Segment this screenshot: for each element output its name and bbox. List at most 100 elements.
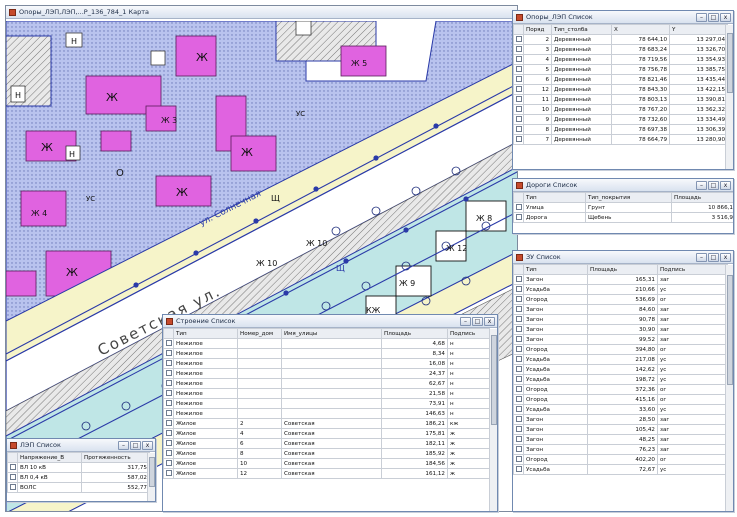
table-row[interactable]: Огород 402,20 ог: [513, 454, 728, 465]
row-checkbox[interactable]: [515, 306, 522, 312]
table-cell[interactable]: Загон: [523, 274, 588, 285]
row-checkbox[interactable]: [515, 336, 522, 342]
map-window-titlebar[interactable]: Опоры_ЛЭП,ЛЭП,...Р_136_784_1 Карта: [6, 6, 517, 19]
table-row[interactable]: Усадьба 142,62 ус: [513, 364, 728, 375]
row-select-cell[interactable]: [513, 134, 524, 145]
table-cell[interactable]: Огород: [523, 394, 588, 405]
column-header[interactable]: Подпись: [447, 328, 490, 339]
table-cell[interactable]: Загон: [523, 304, 588, 315]
row-checkbox[interactable]: [165, 430, 172, 436]
maximize-button[interactable]: □: [472, 317, 483, 326]
table-cell[interactable]: 78 767,20: [611, 104, 670, 115]
table-row[interactable]: ВОЛС 552,77: [7, 482, 150, 493]
column-header[interactable]: Напряжение_В: [17, 452, 82, 463]
row-select-cell[interactable]: [513, 64, 524, 75]
column-header[interactable]: Подпись: [657, 264, 728, 275]
minimize-button[interactable]: –: [460, 317, 471, 326]
table-cell[interactable]: Усадьба: [523, 364, 588, 375]
table-cell[interactable]: Усадьба: [523, 404, 588, 415]
row-select-cell[interactable]: [513, 344, 524, 355]
scrollbar-thumb[interactable]: [149, 457, 155, 487]
row-select-cell[interactable]: [7, 482, 18, 493]
row-select-cell[interactable]: [513, 394, 524, 405]
table-row[interactable]: Дорога Щебень 3 516,9: [513, 212, 733, 223]
table-cell[interactable]: Загон: [523, 414, 588, 425]
table-cell[interactable]: 142,62: [587, 364, 658, 375]
table-cell[interactable]: 13 297,04: [669, 34, 728, 45]
table-cell[interactable]: Грунт: [585, 202, 672, 213]
table-cell[interactable]: ус: [657, 284, 728, 295]
row-select-cell[interactable]: [513, 324, 524, 335]
row-checkbox[interactable]: [515, 96, 522, 102]
table-cell[interactable]: 210,66: [587, 284, 658, 295]
table-row[interactable]: Жилое 10 Советская 184,56 ж: [163, 458, 490, 469]
table-row[interactable]: ВЛ 0,4 кВ 587,02: [7, 472, 150, 483]
table-cell[interactable]: Советская: [281, 448, 382, 459]
row-checkbox[interactable]: [515, 46, 522, 52]
table-cell[interactable]: 7: [523, 134, 552, 145]
table-cell[interactable]: 4: [237, 428, 282, 439]
row-checkbox[interactable]: [515, 276, 522, 282]
row-checkbox[interactable]: [515, 56, 522, 62]
lep-list-window[interactable]: ЛЭП Список – □ x Напряжение_В Протяженно…: [6, 438, 156, 502]
minimize-button[interactable]: –: [696, 13, 707, 22]
row-checkbox[interactable]: [515, 296, 522, 302]
table-cell[interactable]: н: [447, 348, 490, 359]
table-cell[interactable]: 78 644,10: [611, 34, 670, 45]
table-cell[interactable]: Советская: [281, 428, 382, 439]
table-cell[interactable]: 13 334,49: [669, 114, 728, 125]
table-cell[interactable]: ус: [657, 354, 728, 365]
table-cell[interactable]: заг: [657, 324, 728, 335]
table-cell[interactable]: 8: [237, 448, 282, 459]
column-header[interactable]: Y: [669, 24, 728, 35]
row-select-cell[interactable]: [513, 454, 524, 465]
row-select-cell[interactable]: [513, 104, 524, 115]
table-row[interactable]: Нежилое 62,67 н: [163, 378, 490, 389]
table-cell[interactable]: ж: [447, 448, 490, 459]
buildings-list-titlebar[interactable]: Строение Список – □ x: [163, 315, 497, 328]
table-cell[interactable]: 317,75: [81, 462, 150, 473]
column-header[interactable]: Тип: [523, 264, 588, 275]
row-select-cell[interactable]: [513, 124, 524, 135]
row-select-cell[interactable]: [513, 434, 524, 445]
column-header[interactable]: Протяженность: [81, 452, 150, 463]
table-cell[interactable]: заг: [657, 274, 728, 285]
minimize-button[interactable]: –: [696, 181, 707, 190]
table-row[interactable]: Усадьба 33,60 ус: [513, 404, 728, 415]
table-cell[interactable]: н: [447, 368, 490, 379]
table-row[interactable]: Улица Грунт 10 866,1: [513, 202, 733, 213]
table-cell[interactable]: Жилое: [173, 468, 238, 479]
table-cell[interactable]: 84,60: [587, 304, 658, 315]
table-cell[interactable]: 198,72: [587, 374, 658, 385]
row-checkbox[interactable]: [515, 376, 522, 382]
table-cell[interactable]: Огород: [523, 294, 588, 305]
table-cell[interactable]: заг: [657, 434, 728, 445]
table-cell[interactable]: Загон: [523, 444, 588, 455]
row-select-cell[interactable]: [513, 464, 524, 475]
row-select-cell[interactable]: [7, 472, 18, 483]
row-checkbox[interactable]: [165, 340, 172, 346]
row-select-cell[interactable]: [163, 388, 174, 399]
row-checkbox[interactable]: [515, 116, 522, 122]
maximize-button[interactable]: □: [708, 253, 719, 262]
table-cell[interactable]: 78 664,79: [611, 134, 670, 145]
table-cell[interactable]: Деревянный: [551, 104, 612, 115]
table-row[interactable]: Загон 84,60 заг: [513, 304, 728, 315]
table-cell[interactable]: Нежилое: [173, 358, 238, 369]
row-select-cell[interactable]: [513, 54, 524, 65]
table-cell[interactable]: н: [447, 408, 490, 419]
table-row[interactable]: 2 Деревянный 78 644,10 13 297,04: [513, 34, 728, 45]
table-cell[interactable]: Нежилое: [173, 348, 238, 359]
row-select-cell[interactable]: [513, 384, 524, 395]
row-select-cell[interactable]: [513, 444, 524, 455]
row-select-cell[interactable]: [513, 294, 524, 305]
column-header[interactable]: Имя_улицы: [281, 328, 382, 339]
table-cell[interactable]: 13 280,90: [669, 134, 728, 145]
table-cell[interactable]: Огород: [523, 454, 588, 465]
row-checkbox[interactable]: [515, 126, 522, 132]
table-row[interactable]: 4 Деревянный 78 719,56 13 354,93: [513, 54, 728, 65]
table-row[interactable]: Усадьба 72,67 ус: [513, 464, 728, 475]
table-cell[interactable]: Улица: [523, 202, 586, 213]
row-checkbox[interactable]: [515, 436, 522, 442]
row-select-cell[interactable]: [163, 468, 174, 479]
